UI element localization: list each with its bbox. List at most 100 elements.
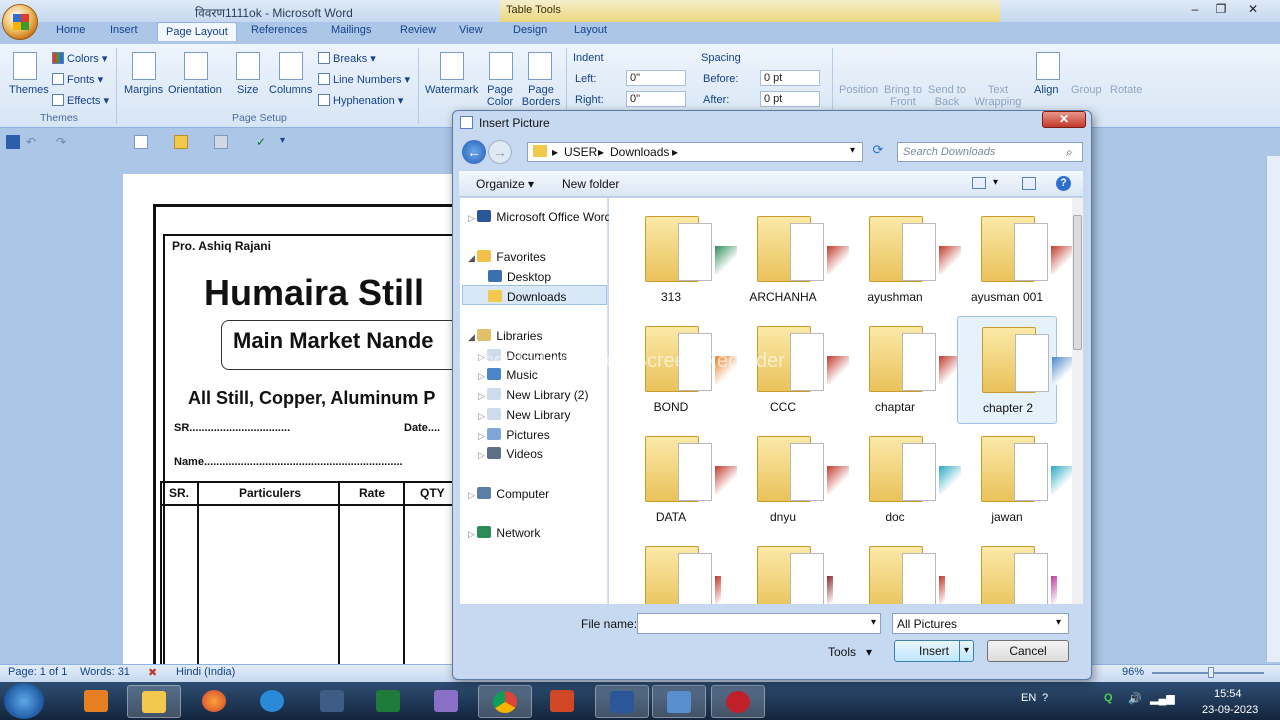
volume-icon[interactable]: 🔊 — [1128, 692, 1142, 705]
search-input[interactable]: Search Downloads — [897, 142, 1083, 162]
taskbar-chrome[interactable] — [478, 685, 532, 718]
margins-button[interactable]: Margins — [124, 84, 163, 96]
organize-button[interactable]: Organize ▾ — [476, 177, 534, 191]
file-type-dropdown-icon[interactable]: ▾ — [1056, 617, 1061, 628]
breadcrumb-downloads[interactable]: Downloads — [610, 145, 669, 159]
spelling-icon[interactable]: ✓ — [256, 135, 270, 149]
refresh-icon[interactable]: ⟳ — [867, 142, 889, 162]
indent-right-input[interactable]: 0" — [626, 91, 686, 107]
spacing-after-input[interactable]: 0 pt — [760, 91, 820, 107]
themes-button[interactable]: Themes — [9, 84, 49, 96]
doc-sr-field[interactable]: SR................................. — [174, 422, 290, 434]
effects-button[interactable]: Effects ▾ — [52, 94, 109, 107]
new-folder-button[interactable]: New folder — [562, 177, 619, 191]
dialog-close-button[interactable]: ✕ — [1042, 111, 1086, 128]
folder-item[interactable] — [845, 536, 945, 604]
folder-item[interactable] — [957, 536, 1057, 604]
address-dropdown-icon[interactable]: ▾ — [850, 145, 855, 156]
folder-item[interactable]: chapter 2 — [957, 316, 1074, 424]
folder-item[interactable]: chaptar — [845, 316, 961, 424]
breaks-button[interactable]: Breaks ▾ — [318, 52, 376, 65]
align-button[interactable]: Align — [1034, 84, 1058, 96]
folder-item[interactable]: ARCHANHA — [733, 206, 849, 314]
taskbar-excel[interactable] — [362, 685, 416, 718]
nav-item-pictures[interactable]: ▷ Pictures — [478, 428, 550, 442]
minimize-button[interactable]: – — [1182, 0, 1208, 18]
doc-heading[interactable]: Humaira Still — [204, 272, 424, 314]
fonts-button[interactable]: Fonts ▾ — [52, 73, 103, 86]
taskbar-recorder[interactable] — [711, 685, 765, 718]
breadcrumb-user[interactable]: USER — [564, 145, 597, 159]
tab-insert[interactable]: Insert — [110, 24, 138, 36]
line-numbers-button[interactable]: Line Numbers ▾ — [318, 73, 410, 86]
folder-item[interactable]: 313 — [621, 206, 737, 314]
proofing-icon[interactable]: ✖ — [148, 666, 157, 679]
forward-arrow-icon[interactable]: → — [488, 140, 512, 164]
colors-button[interactable]: Colors ▾ — [52, 52, 107, 65]
word-count[interactable]: Words: 31 — [80, 666, 130, 678]
nav-item-computer[interactable]: ▷ Computer — [468, 487, 549, 501]
folder-item[interactable]: jawan — [957, 426, 1073, 534]
doc-subheading[interactable]: Main Market Nande — [233, 328, 434, 354]
nav-item-word[interactable]: ▷ Microsoft Office Word — [468, 210, 611, 224]
file-name-input[interactable] — [637, 613, 881, 634]
tab-design[interactable]: Design — [513, 24, 547, 36]
text-wrapping-button[interactable]: Text Wrapping — [970, 84, 1026, 108]
insert-button[interactable]: Insert ▾ — [894, 640, 974, 662]
save-icon[interactable] — [6, 135, 20, 149]
taskbar-media-player[interactable] — [70, 685, 124, 718]
open-folder-icon[interactable] — [174, 135, 188, 149]
view-options-icon[interactable] — [972, 177, 986, 189]
spacing-before-input[interactable]: 0 pt — [760, 70, 820, 86]
rotate-button[interactable]: Rotate — [1110, 84, 1142, 96]
nav-item-videos[interactable]: ▷ Videos — [478, 447, 543, 461]
tab-view[interactable]: View — [459, 24, 483, 36]
insert-dropdown-icon[interactable]: ▾ — [959, 641, 973, 661]
nav-item-libraries[interactable]: ◢ Libraries — [468, 329, 542, 343]
zoom-level[interactable]: 96% — [1122, 666, 1144, 678]
watermark-button[interactable]: Watermark — [425, 84, 478, 96]
close-button[interactable]: ✕ — [1240, 0, 1266, 18]
maximize-button[interactable]: ❐ — [1208, 0, 1234, 18]
nav-item-new-library[interactable]: ▷ New Library — [478, 408, 570, 422]
taskbar-control-panel[interactable] — [652, 685, 706, 718]
hyphenation-button[interactable]: Hyphenation ▾ — [318, 94, 403, 107]
nav-item-new-library-2[interactable]: ▷ New Library (2) — [478, 388, 588, 402]
help-icon[interactable]: ? — [1056, 176, 1071, 191]
nav-item-downloads[interactable]: Downloads — [488, 290, 566, 304]
doc-name-field[interactable]: Name....................................… — [174, 456, 403, 468]
size-button[interactable]: Size — [237, 84, 258, 96]
doc-tagline[interactable]: All Still, Copper, Aluminum P — [188, 388, 435, 409]
office-button[interactable] — [2, 4, 38, 40]
print-icon[interactable] — [214, 135, 228, 149]
indent-left-input[interactable]: 0" — [626, 70, 686, 86]
columns-button[interactable]: Columns — [269, 84, 312, 96]
page-count[interactable]: Page: 1 of 1 — [8, 666, 67, 678]
col-header-particulers[interactable]: Particulers — [239, 486, 301, 500]
file-type-select[interactable]: All Pictures — [892, 613, 1069, 634]
taskbar-paint[interactable] — [420, 685, 474, 718]
search-icon[interactable]: ⌕ — [1066, 145, 1073, 160]
tab-page-layout[interactable]: Page Layout — [157, 22, 237, 41]
doc-date-field[interactable]: Date.... — [404, 422, 440, 434]
taskbar-explorer[interactable] — [127, 685, 181, 718]
preview-pane-icon[interactable] — [1022, 177, 1036, 190]
taskbar-word[interactable] — [595, 685, 649, 718]
tools-button[interactable]: Tools ▾ — [828, 645, 872, 659]
view-dropdown-icon[interactable]: ▾ — [993, 177, 998, 188]
scrollbar-thumb[interactable] — [1073, 215, 1082, 350]
taskbar-presentation[interactable] — [536, 685, 590, 718]
tab-review[interactable]: Review — [400, 24, 436, 36]
folder-item[interactable]: dnyu — [733, 426, 849, 534]
taskbar-firefox[interactable] — [188, 685, 242, 718]
tab-mailings[interactable]: Mailings — [331, 24, 371, 36]
vertical-scrollbar[interactable] — [1266, 156, 1280, 662]
undo-icon[interactable]: ↶ — [26, 135, 40, 149]
tab-references[interactable]: References — [251, 24, 307, 36]
nav-item-desktop[interactable]: Desktop — [488, 270, 551, 284]
taskbar-app[interactable] — [306, 685, 360, 718]
taskbar-ie[interactable] — [246, 685, 300, 718]
file-name-dropdown-icon[interactable]: ▾ — [871, 617, 876, 628]
nav-item-network[interactable]: ▷ Network — [468, 526, 540, 540]
position-button[interactable]: Position — [839, 84, 878, 96]
